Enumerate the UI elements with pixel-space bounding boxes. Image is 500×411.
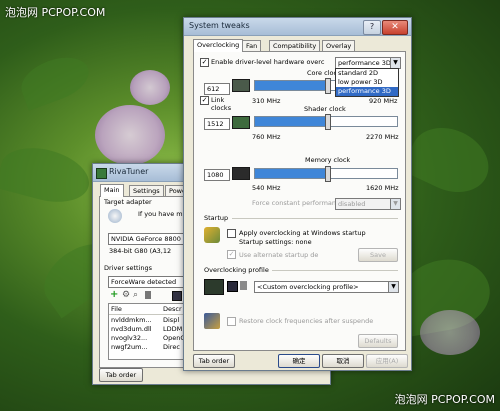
shader-clock-slider[interactable] xyxy=(254,114,398,130)
alternate-startup-label: Use alternate startup de xyxy=(239,251,319,259)
enable-overclocking-label: Enable driver-level hardware overc xyxy=(211,58,325,66)
close-button[interactable]: ✕ xyxy=(382,20,408,35)
memory-clock-label: Memory clock xyxy=(305,156,351,164)
oc-profile-select[interactable]: <Custom overclocking profile> ▼ xyxy=(254,281,399,293)
table-row[interactable]: nvd3dum.dll xyxy=(111,325,152,333)
core-clock-input[interactable]: 612 xyxy=(204,83,230,95)
shader-chip-icon xyxy=(232,116,250,129)
memory-clock-slider[interactable] xyxy=(254,166,398,182)
startup-divider xyxy=(232,218,398,219)
memory-clock-fill xyxy=(255,169,326,178)
restore-icon xyxy=(204,313,220,329)
shader-clock-label: Shader clock xyxy=(304,105,346,113)
rt-adapter-info: 384-bit G80 (A3,12 xyxy=(109,247,172,255)
core-clock-max: 920 MHz xyxy=(369,97,398,105)
system-tweaks-window[interactable]: System tweaks ? ✕ Overclocking Fan Compa… xyxy=(183,17,412,371)
rt-file-header-divider xyxy=(109,314,185,315)
startup-wizard-icon xyxy=(204,227,220,243)
core-clock-thumb[interactable] xyxy=(324,78,331,94)
table-row[interactable]: nvoglv32... xyxy=(111,334,147,342)
tab-overclocking[interactable]: Overclocking xyxy=(193,39,244,52)
st-titlebar[interactable]: System tweaks ? ✕ xyxy=(184,18,411,36)
startup-title: Startup xyxy=(204,214,229,222)
rt-tab-main[interactable]: Main xyxy=(100,184,124,197)
restore-checkbox[interactable] xyxy=(227,317,236,326)
restore-label: Restore clock frequencies after suspende xyxy=(239,317,374,325)
profile-chip-icon xyxy=(204,279,224,295)
link-clocks-checkbox[interactable]: ✓ xyxy=(200,96,209,105)
force-performance-label: Force constant performance xyxy=(252,199,344,207)
table-row[interactable]: nvlddmkm... xyxy=(111,316,152,324)
rt-driver-detected[interactable]: ForceWare detected xyxy=(108,276,188,288)
rt-adapter-text: If you have m xyxy=(138,210,183,218)
rt-tab-order-button[interactable]: Tab order xyxy=(99,368,143,382)
profile-option[interactable]: low power 3D xyxy=(336,78,398,87)
rt-adapter-select[interactable]: NVIDIA GeForce 8800 xyxy=(108,233,188,245)
table-cell: Displ xyxy=(163,316,180,324)
rt-file-header-file[interactable]: File xyxy=(111,305,122,313)
rivatuner-title: RivaTuner xyxy=(109,167,149,176)
rt-file-list[interactable]: File Descr nvlddmkm... Displ nvd3dum.dll… xyxy=(108,303,186,360)
apply-startup-checkbox[interactable] xyxy=(227,229,236,238)
delete-icon[interactable] xyxy=(145,291,151,299)
force-performance-select[interactable]: disabled ▼ xyxy=(335,198,401,210)
add-icon[interactable]: + xyxy=(110,290,118,300)
core-clock-fill xyxy=(255,81,326,90)
profile-dropdown[interactable]: standard 2D low power 3D performance 3D xyxy=(335,68,399,97)
startup-settings-text: Startup settings: none xyxy=(239,238,312,246)
core-clock-min: 310 MHz xyxy=(252,97,281,105)
oc-profile-select-value: <Custom overclocking profile> xyxy=(257,283,359,291)
search-icon[interactable]: ⌕ xyxy=(133,291,141,300)
oc-profile-divider xyxy=(272,270,398,271)
gpu-chip-icon xyxy=(232,79,250,92)
shader-clock-thumb[interactable] xyxy=(324,114,331,130)
overclocking-panel: ✓ Enable driver-level hardware overc per… xyxy=(193,51,406,351)
save-button[interactable]: Save xyxy=(358,248,398,262)
alternate-startup-checkbox[interactable]: ✓ xyxy=(227,250,236,259)
memory-clock-thumb[interactable] xyxy=(324,166,331,182)
ok-button[interactable]: 确定 xyxy=(278,354,320,368)
memory-clock-input[interactable]: 1080 xyxy=(204,169,230,181)
apply-button[interactable]: 应用(A) xyxy=(366,354,408,368)
memory-clock-max: 1620 MHz xyxy=(366,184,399,192)
rt-driver-detected-text: ForceWare detected xyxy=(111,278,177,286)
cancel-button[interactable]: 取消 xyxy=(322,354,364,368)
profile-option[interactable]: standard 2D xyxy=(336,69,398,78)
chevron-down-icon: ▼ xyxy=(390,58,400,68)
shader-clock-max: 2270 MHz xyxy=(366,133,399,141)
rivatuner-app-icon xyxy=(96,168,107,179)
memory-clock-min: 540 MHz xyxy=(252,184,281,192)
oc-profile-title: Overclocking profile xyxy=(204,266,269,274)
tab-order-button[interactable]: Tab order xyxy=(193,354,235,368)
rt-target-adapter-label: Target adapter xyxy=(104,198,152,206)
chevron-down-icon: ▼ xyxy=(388,282,398,292)
enable-overclocking-checkbox[interactable]: ✓ xyxy=(200,58,209,67)
chevron-down-icon: ▼ xyxy=(390,199,400,209)
link-clocks-label: Link clocks xyxy=(211,96,232,112)
watermark-top: 泡泡网 PCPOP.COM xyxy=(5,6,106,19)
gear-icon[interactable]: ⚙ xyxy=(122,291,130,300)
rt-driver-settings-label: Driver settings xyxy=(104,264,152,272)
shader-clock-min: 760 MHz xyxy=(252,133,281,141)
rt-adapter-name: NVIDIA GeForce 8800 xyxy=(111,235,181,243)
save-icon[interactable] xyxy=(172,291,182,301)
apply-startup-label: Apply overclocking at Windows startup xyxy=(239,229,366,237)
profile-option-selected[interactable]: performance 3D xyxy=(336,87,398,96)
force-performance-value: disabled xyxy=(338,200,366,208)
info-icon xyxy=(108,209,122,223)
shader-clock-fill xyxy=(255,117,326,126)
table-row[interactable]: nwgf2um... xyxy=(111,343,148,351)
delete-profile-icon[interactable] xyxy=(240,281,247,290)
table-cell: Direc xyxy=(163,343,180,351)
save-profile-icon[interactable] xyxy=(227,281,238,292)
table-cell: LDDM xyxy=(163,325,183,333)
st-title: System tweaks xyxy=(189,21,250,30)
memory-chip-icon xyxy=(232,167,250,180)
shader-clock-input[interactable]: 1512 xyxy=(204,118,230,130)
help-button[interactable]: ? xyxy=(363,20,381,35)
watermark-bottom: 泡泡网 PCPOP.COM xyxy=(394,393,495,406)
defaults-button[interactable]: Defaults xyxy=(358,334,398,348)
rt-file-header-descr[interactable]: Descr xyxy=(163,305,182,313)
profile-select-value: performance 3D xyxy=(338,59,391,67)
